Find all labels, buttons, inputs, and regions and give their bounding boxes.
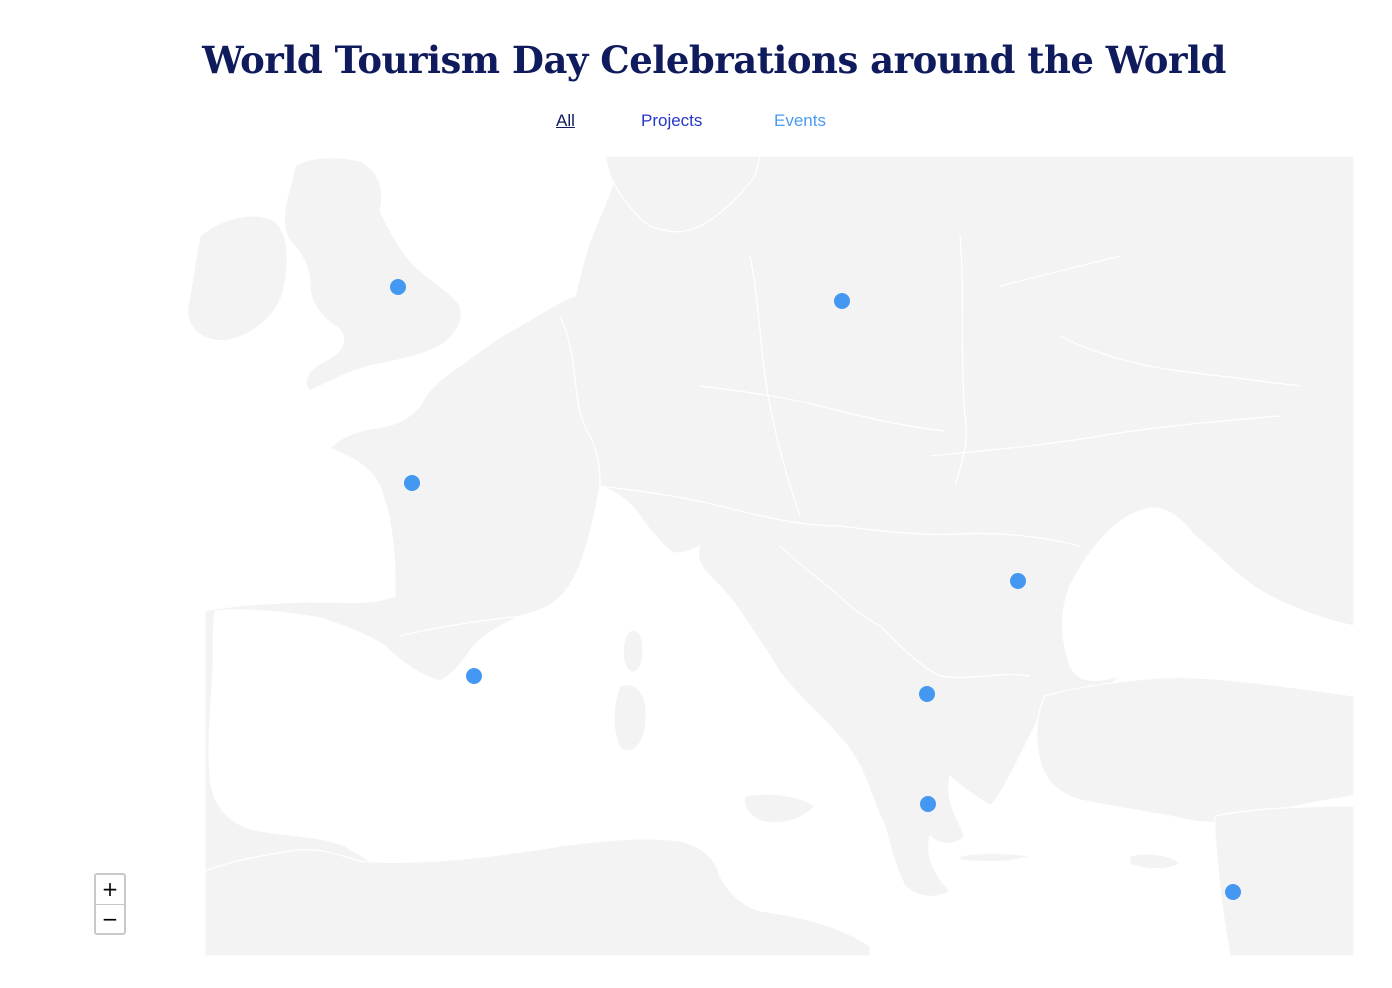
- zoom-control: + −: [94, 873, 126, 935]
- land-crete: [959, 852, 1031, 863]
- marker-west-france[interactable]: [404, 475, 420, 491]
- filter-events[interactable]: Events: [774, 111, 826, 131]
- marker-north-macedonia[interactable]: [919, 686, 935, 702]
- filter-bar: All Projects Events: [0, 111, 1392, 135]
- land-great-britain: [283, 157, 462, 392]
- filter-all[interactable]: All: [556, 111, 575, 131]
- land-sardinia: [613, 684, 647, 752]
- zoom-in-button[interactable]: +: [96, 875, 124, 905]
- land-north-africa: [204, 838, 871, 956]
- map[interactable]: [0, 156, 1392, 956]
- marker-uk[interactable]: [390, 279, 406, 295]
- land-ireland: [187, 215, 288, 342]
- marker-poland[interactable]: [834, 293, 850, 309]
- marker-greece[interactable]: [920, 796, 936, 812]
- land-anatolia: [1036, 676, 1355, 824]
- map-canvas: [187, 156, 1355, 956]
- land-corsica: [622, 629, 644, 673]
- land-cyprus: [1129, 853, 1181, 870]
- page-title: World Tourism Day Celebrations around th…: [202, 38, 1226, 82]
- filter-projects[interactable]: Projects: [641, 111, 702, 131]
- marker-lebanon[interactable]: [1225, 884, 1241, 900]
- zoom-out-button[interactable]: −: [96, 905, 124, 934]
- marker-south-france[interactable]: [466, 668, 482, 684]
- marker-romania[interactable]: [1010, 573, 1026, 589]
- land-levant: [1214, 805, 1355, 956]
- land-sicily: [743, 793, 816, 824]
